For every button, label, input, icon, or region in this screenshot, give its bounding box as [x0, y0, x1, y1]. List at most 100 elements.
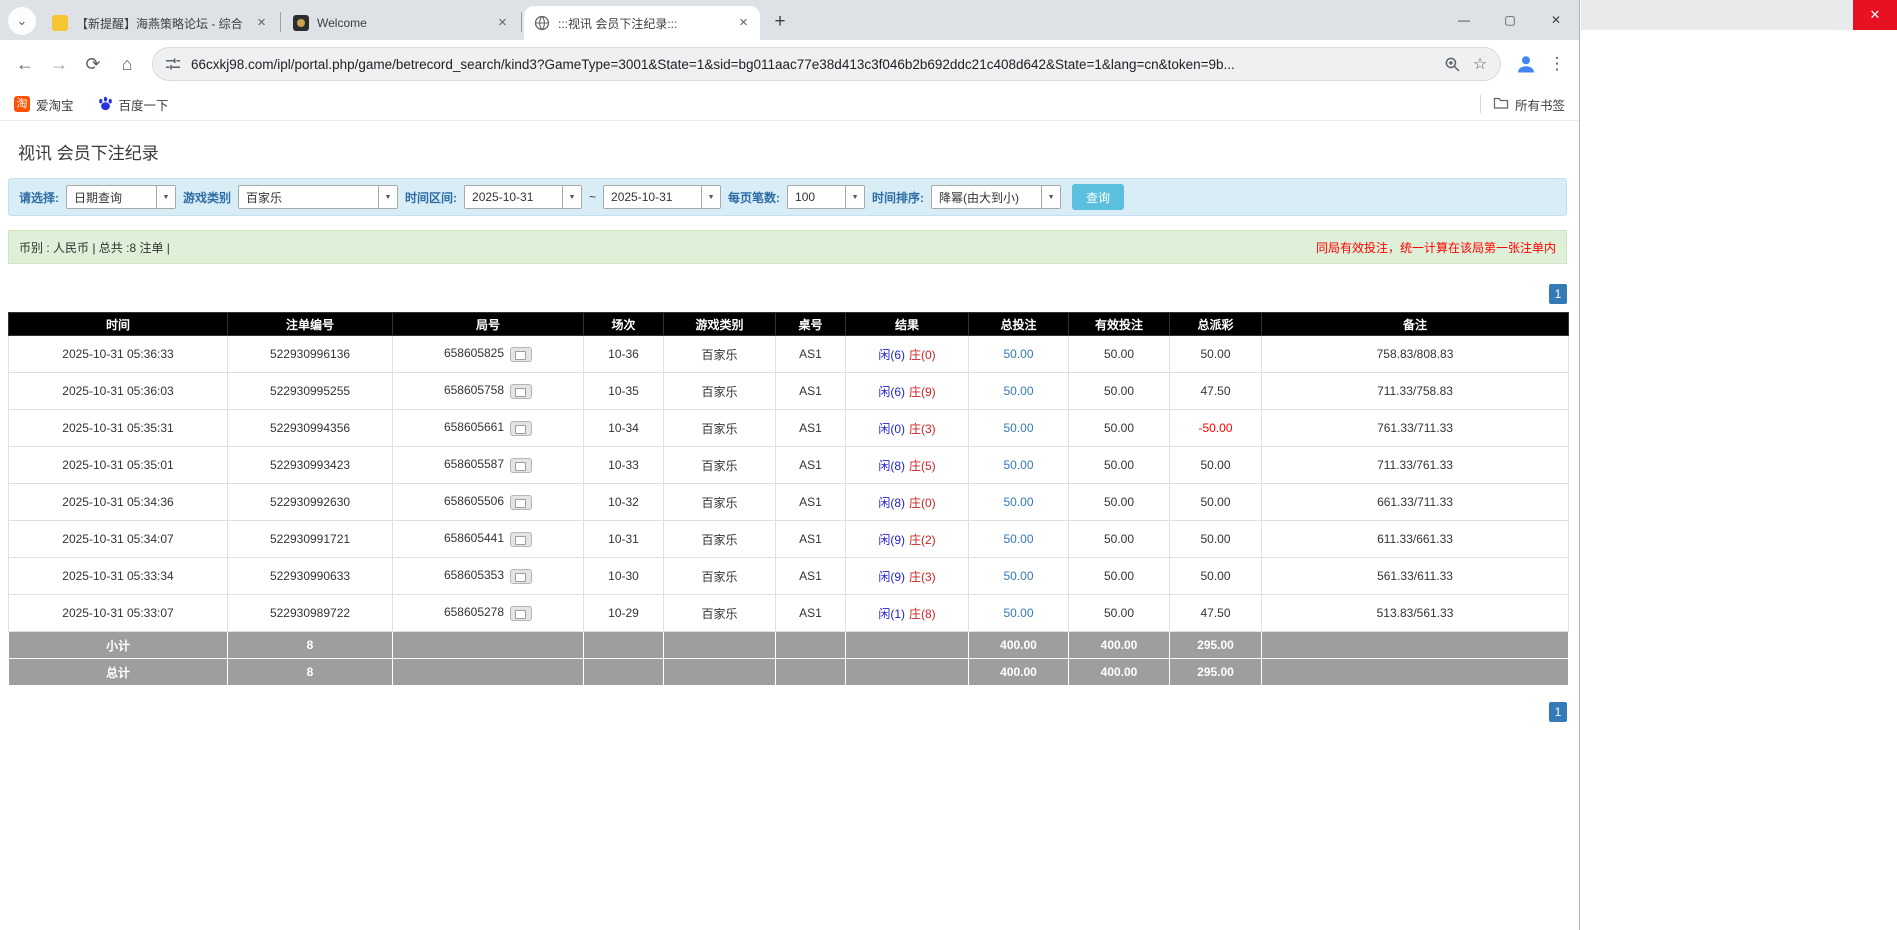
tab-search-button[interactable]: ⌄: [8, 7, 36, 35]
bookmark-star-icon[interactable]: ☆: [1466, 50, 1494, 78]
cell-round-id: 658605441: [392, 520, 584, 558]
cell-session: 10-31: [583, 520, 664, 558]
time-sort-value[interactable]: 降幂(由大到小): [932, 186, 1041, 208]
cell-time: 2025-10-31 05:35:31: [8, 409, 228, 447]
time-sort-select[interactable]: 降幂(由大到小) ▼: [931, 185, 1062, 209]
home-button[interactable]: ⌂: [110, 47, 144, 81]
tab-title: 【新提醒】海燕策略论坛 - 综合: [76, 16, 243, 31]
tab-bet-records-active[interactable]: :::视讯 会员下注纪录::: ×: [524, 6, 760, 40]
minimize-button[interactable]: —: [1441, 0, 1487, 40]
cell-payout: -50.00: [1169, 409, 1262, 447]
chevron-down-icon[interactable]: ▼: [845, 186, 865, 208]
subtotal-total-bet: 400.00: [968, 631, 1069, 659]
all-bookmarks-button[interactable]: 所有书签: [1493, 95, 1565, 114]
query-button[interactable]: 查询: [1072, 184, 1125, 210]
browser-menu-icon[interactable]: ⋮: [1543, 47, 1571, 81]
total-bet-link[interactable]: 50.00: [1003, 458, 1033, 472]
bookmark-baidu[interactable]: 百度一下: [98, 95, 169, 114]
total-bet-link[interactable]: 50.00: [1003, 384, 1033, 398]
subtotal-count: 8: [227, 631, 393, 659]
chevron-down-icon[interactable]: ▼: [378, 186, 398, 208]
cell-game-type: 百家乐: [663, 483, 776, 521]
query-type-select[interactable]: 日期查询 ▼: [66, 185, 176, 209]
page-size-select[interactable]: 100 ▼: [787, 185, 866, 209]
cell-note: 711.33/761.33: [1261, 446, 1569, 484]
bookmark-taobao[interactable]: 淘 爱淘宝: [14, 95, 74, 114]
game-type-select[interactable]: 百家乐 ▼: [238, 185, 399, 209]
cell-table-no: AS1: [775, 520, 846, 558]
chevron-down-icon[interactable]: ▼: [701, 186, 721, 208]
back-button[interactable]: ←: [8, 47, 42, 81]
pagination-bottom: 1: [8, 702, 1567, 722]
total-bet-link[interactable]: 50.00: [1003, 347, 1033, 361]
url-text[interactable]: 66cxkj98.com/ipl/portal.php/game/betreco…: [191, 57, 1438, 72]
chevron-down-icon[interactable]: ▼: [1041, 186, 1061, 208]
reload-button[interactable]: ⟳: [76, 47, 110, 81]
maximize-button[interactable]: ▢: [1487, 0, 1533, 40]
site-settings-icon[interactable]: [165, 56, 181, 72]
round-video-icon[interactable]: [510, 531, 533, 547]
page-size-value[interactable]: 100: [788, 186, 845, 208]
cell-total-bet: 50.00: [968, 594, 1069, 632]
total-bet-link[interactable]: 50.00: [1003, 569, 1033, 583]
round-video-icon[interactable]: [510, 605, 533, 621]
date-from-value[interactable]: 2025-10-31: [465, 186, 562, 208]
date-to-value[interactable]: 2025-10-31: [604, 186, 701, 208]
header-valid-bet: 有效投注: [1068, 312, 1170, 336]
total-bet-link[interactable]: 50.00: [1003, 421, 1033, 435]
round-video-icon[interactable]: [510, 383, 533, 399]
total-bet-link[interactable]: 50.00: [1003, 606, 1033, 620]
cell-game-type: 百家乐: [663, 594, 776, 632]
zoom-icon[interactable]: [1438, 50, 1466, 78]
pagination-page-1[interactable]: 1: [1549, 702, 1567, 722]
tab-close-icon[interactable]: ×: [494, 15, 511, 32]
screen: ⌄ 【新提醒】海燕策略论坛 - 综合 × Welcome × :::视讯 会员下…: [0, 0, 1897, 930]
cell-valid-bet: 50.00: [1068, 557, 1170, 595]
round-id-text: 658605587: [443, 457, 505, 472]
table-row: 2025-10-31 05:36:33 522930996136 6586058…: [8, 335, 1569, 373]
total-bet-link[interactable]: 50.00: [1003, 495, 1033, 509]
close-button[interactable]: ✕: [1533, 0, 1579, 40]
round-video-icon[interactable]: [510, 457, 533, 473]
round-video-icon[interactable]: [510, 494, 533, 510]
round-video-icon[interactable]: [510, 346, 533, 362]
browser-toolbar: ← → ⟳ ⌂ 66cxkj98.com/ipl/portal.php/game…: [0, 40, 1579, 88]
cell-game-type: 百家乐: [663, 557, 776, 595]
cell-table-no: AS1: [775, 483, 846, 521]
tab-close-icon[interactable]: ×: [253, 15, 270, 32]
select-type-label: 请选择:: [19, 190, 59, 205]
info-bar: 币别 : 人民币 | 总共 :8 注单 | 同局有效投注，统一计算在该局第一张注…: [8, 230, 1567, 264]
forward-button[interactable]: →: [42, 47, 76, 81]
round-video-icon[interactable]: [510, 568, 533, 584]
chevron-down-icon[interactable]: ▼: [562, 186, 582, 208]
new-tab-button[interactable]: +: [766, 8, 794, 36]
address-bar[interactable]: 66cxkj98.com/ipl/portal.php/game/betreco…: [152, 47, 1501, 81]
result-player: 闲(9): [878, 569, 905, 584]
page-size-label: 每页笔数:: [728, 190, 781, 205]
cell-valid-bet: 50.00: [1068, 409, 1170, 447]
date-to-select[interactable]: 2025-10-31 ▼: [603, 185, 722, 209]
all-bookmarks-label: 所有书签: [1514, 98, 1565, 113]
result-player: 闲(9): [878, 532, 905, 547]
tab-close-icon[interactable]: ×: [735, 15, 752, 32]
cell-payout: 50.00: [1169, 446, 1262, 484]
header-time: 时间: [8, 312, 228, 336]
baidu-paw-icon: [98, 95, 113, 114]
cell-bet-id: 522930995255: [227, 372, 393, 410]
tab-haiyan-forum[interactable]: 【新提醒】海燕策略论坛 - 综合 ×: [42, 6, 278, 40]
cell-result: 闲(1) 庄(8): [845, 594, 969, 632]
result-banker: 庄(3): [909, 421, 936, 436]
background-close-button[interactable]: ✕: [1853, 0, 1897, 30]
round-video-icon[interactable]: [510, 420, 533, 436]
game-type-value[interactable]: 百家乐: [239, 186, 378, 208]
query-type-value[interactable]: 日期查询: [67, 186, 156, 208]
total-bet-link[interactable]: 50.00: [1003, 532, 1033, 546]
pagination-page-1[interactable]: 1: [1549, 284, 1567, 304]
cell-note: 611.33/661.33: [1261, 520, 1569, 558]
chevron-down-icon[interactable]: ▼: [156, 186, 175, 208]
cell-session: 10-36: [583, 335, 664, 373]
date-from-select[interactable]: 2025-10-31 ▼: [464, 185, 583, 209]
tab-welcome[interactable]: Welcome ×: [283, 6, 519, 40]
profile-avatar-icon[interactable]: [1509, 47, 1543, 81]
result-player: 闲(8): [878, 458, 905, 473]
